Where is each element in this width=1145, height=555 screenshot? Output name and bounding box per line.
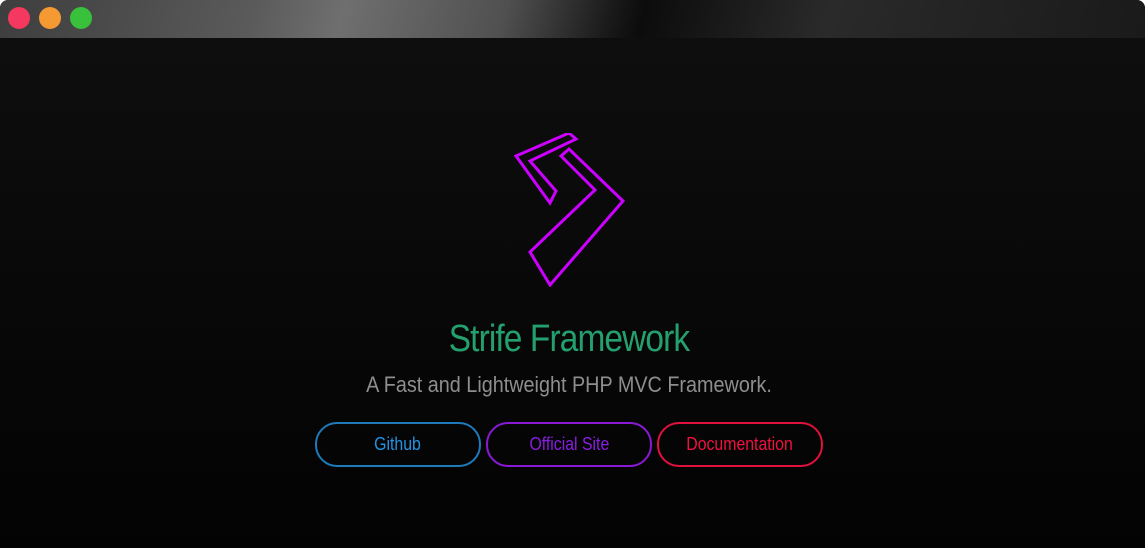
logo-upper-chevron: [514, 133, 579, 206]
minimize-window-button[interactable]: [39, 7, 61, 29]
github-button[interactable]: Github: [315, 422, 481, 467]
landing-page: Strife Framework A Fast and Lightweight …: [0, 38, 1145, 548]
maximize-window-button[interactable]: [70, 7, 92, 29]
official-site-button[interactable]: Official Site: [486, 422, 652, 467]
page-background-strip: [0, 548, 1145, 555]
documentation-button-label: Documentation: [686, 434, 794, 454]
strife-logo-icon: [514, 133, 626, 287]
logo-lower-chevron: [528, 146, 626, 287]
github-button-label: Github: [374, 434, 422, 454]
window-titlebar: [0, 0, 1145, 38]
close-window-button[interactable]: [8, 7, 30, 29]
browser-window: Strife Framework A Fast and Lightweight …: [0, 0, 1145, 555]
documentation-button[interactable]: Documentation: [657, 422, 823, 467]
official-site-button-label: Official Site: [529, 434, 609, 454]
page-title: Strife Framework: [448, 318, 690, 360]
page-subtitle: A Fast and Lightweight PHP MVC Framework…: [366, 372, 772, 397]
